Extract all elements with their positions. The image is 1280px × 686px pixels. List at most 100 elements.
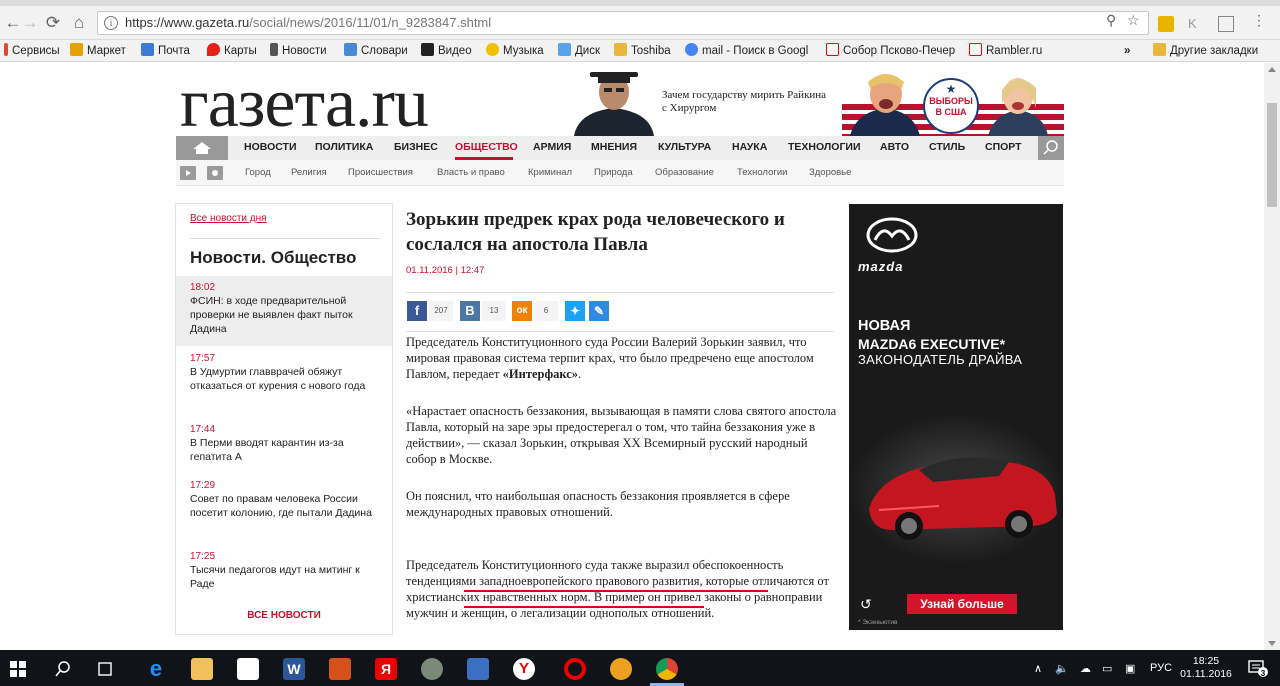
menu-item-opinions[interactable]: МНЕНИЯ [591,141,637,153]
k-extension-icon[interactable]: K [1188,16,1204,32]
page-scrollbar[interactable] [1264,63,1280,650]
edge-icon[interactable]: e [145,658,167,680]
system-clock[interactable]: 18:25 01.11.2016 [1180,655,1232,681]
bookmark-services[interactable]: Сервисы [4,43,60,59]
reload-icon[interactable]: ⟳ [42,12,64,34]
bookmarks-overflow[interactable]: » [1124,43,1130,59]
forward-icon[interactable]: → [19,12,41,34]
submenu-power-law[interactable]: Власть и право [437,167,505,178]
submenu-education[interactable]: Образование [655,167,714,178]
menu-item-business[interactable]: БИЗНЕС [394,141,438,153]
news-item[interactable]: 17:57 В Удмуртии главврачей обяжут отказ… [176,347,392,399]
bookmark-sobor[interactable]: Собор Псково-Печер [826,43,955,59]
submenu-health[interactable]: Здоровье [809,167,851,178]
source-link[interactable]: «Интерфакс» [503,367,578,381]
volume-icon[interactable]: 🔈 [1055,662,1069,675]
bookmark-video[interactable]: Видео [421,43,472,59]
mail-app-icon[interactable] [467,658,489,680]
media-player-icon[interactable] [329,658,351,680]
chrome-icon[interactable] [656,658,678,680]
share-livejournal[interactable]: ✎ [589,301,609,321]
bookmark-disk[interactable]: Диск [558,43,600,59]
bookmark-mail[interactable]: Почта [141,43,190,59]
promo-photo[interactable] [568,68,660,136]
battery-icon[interactable]: ▭ [1102,662,1112,675]
word-icon[interactable]: W [283,658,305,680]
ad-cta-button[interactable]: Узнай больше [907,594,1017,614]
share-twitter[interactable]: ✦ [565,301,585,321]
bookmark-google-search[interactable]: mail - Поиск в Googl [685,43,808,59]
home-button[interactable] [176,136,228,160]
camera-icon[interactable] [207,166,223,180]
disc-app-icon[interactable] [421,658,443,680]
k-box-extension-icon[interactable] [1218,16,1234,32]
news-item[interactable]: 17:44 В Перми вводят карантин из-за гепа… [176,418,392,470]
all-news-link[interactable]: ВСЕ НОВОСТИ [176,610,392,621]
onedrive-icon[interactable]: ☁ [1080,662,1091,675]
yandex-app-icon[interactable]: Я [375,658,397,680]
store-icon[interactable] [237,658,259,680]
news-item[interactable]: 17:29 Совет по правам человека России по… [176,474,392,526]
article-divider [406,331,834,332]
promo-headline[interactable]: Зачем государству мирить Райкина с Хирур… [662,89,832,115]
bookmark-rambler[interactable]: Rambler.ru [969,43,1042,59]
all-day-news-link[interactable]: Все новости дня [190,213,267,224]
bookmark-toshiba[interactable]: Toshiba [614,43,671,59]
extension-icon[interactable] [1158,16,1174,32]
bookmark-news[interactable]: Новости [270,43,327,59]
bookmark-music[interactable]: Музыка [486,43,544,59]
video-icon[interactable] [180,166,196,180]
mazda-ad-banner[interactable]: mazda НОВАЯ MAZDA6 EXECUTIVE* ЗАКОНОДАТЕ… [849,204,1063,630]
article-paragraph: Председатель Конституционного суда также… [406,558,829,620]
bookmark-maps[interactable]: Карты [207,43,257,59]
opera-icon[interactable] [564,658,586,680]
menu-item-technology[interactable]: ТЕХНОЛОГИИ [788,141,861,153]
file-explorer-icon[interactable] [191,658,213,680]
bookmark-market[interactable]: Маркет [70,43,126,59]
submenu-religion[interactable]: Религия [291,167,327,178]
url-field[interactable]: i https://www.gazeta.ru/social/news/2016… [97,11,1149,35]
menu-kebab-icon[interactable]: ⋮ [1252,12,1266,29]
menu-item-politics[interactable]: ПОЛИТИКА [315,141,373,153]
home-icon[interactable]: ⌂ [68,12,90,34]
tray-overflow-icon[interactable]: ∧ [1034,662,1042,675]
language-indicator[interactable]: РУС [1150,662,1172,674]
menu-item-auto[interactable]: АВТО [880,141,909,153]
menu-item-sport[interactable]: СПОРТ [985,141,1022,153]
scroll-up-icon[interactable] [1268,67,1276,72]
news-item[interactable]: 17:25 Тысячи педагогов идут на митинг к … [176,545,392,597]
scroll-thumb[interactable] [1267,103,1277,207]
menu-item-style[interactable]: СТИЛЬ [929,141,965,153]
submenu-incidents[interactable]: Происшествия [348,167,413,178]
site-search-button[interactable] [1038,136,1064,160]
menu-item-news[interactable]: НОВОСТИ [244,141,297,153]
bookmark-dictionaries[interactable]: Словари [344,43,408,59]
app-icon[interactable] [610,658,632,680]
election-badge-label: ВЫБОРЫ В США [922,96,980,118]
windows-start-icon[interactable] [10,661,26,677]
zoom-search-icon[interactable]: ⚲ [1106,12,1116,29]
news-time: 17:57 [190,353,216,364]
menu-item-society[interactable]: ОБЩЕСТВО [455,141,518,153]
submenu-city[interactable]: Город [245,167,271,178]
news-item[interactable]: 18:02 ФСИН: в ходе предварительной прове… [176,276,392,346]
twitter-icon: ✦ [565,301,585,321]
site-info-icon[interactable]: i [104,16,118,30]
network-icon[interactable]: ▣ [1125,662,1135,675]
task-view-icon[interactable] [96,661,114,677]
yandex-browser-icon[interactable]: Y [513,658,535,680]
scroll-down-icon[interactable] [1268,641,1276,646]
menu-item-army[interactable]: АРМИЯ [533,141,571,153]
submenu-nature[interactable]: Природа [594,167,633,178]
star-icon[interactable]: ☆ [1127,12,1140,29]
folder-icon [1153,43,1166,56]
menu-item-culture[interactable]: КУЛЬТУРА [658,141,711,153]
replay-icon[interactable]: ↺ [860,596,872,613]
other-bookmarks[interactable]: Другие закладки [1153,43,1258,59]
election-badge-line2: В США [935,107,967,117]
search-icon[interactable] [55,661,71,677]
menu-item-science[interactable]: НАУКА [732,141,767,153]
site-logo[interactable]: газета.ru [180,69,429,139]
submenu-technology[interactable]: Технологии [737,167,787,178]
submenu-crime[interactable]: Криминал [528,167,572,178]
